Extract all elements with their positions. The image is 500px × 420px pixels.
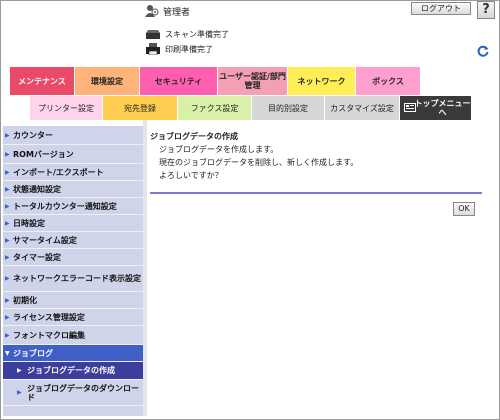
tab-network[interactable]: ネットワーク — [288, 67, 356, 95]
top-menu-label: トップメニューへ — [414, 99, 471, 117]
top-menu-icon — [404, 103, 416, 112]
sidebar-item-import-export[interactable]: ▶ インポート/エクスポート — [3, 164, 143, 181]
sidebar-item-timer[interactable]: ▶ タイマー設定 — [3, 249, 143, 266]
print-status-text: 印刷準備完了 — [165, 44, 213, 54]
message-line-3: よろしいですか？ — [159, 171, 223, 180]
arrow-right-icon: ▶ — [17, 389, 22, 396]
subtab-address-registration[interactable]: 宛先登録 — [103, 96, 178, 120]
content-divider — [150, 192, 482, 194]
sidebar-item-label: フォントマクロ編集 — [13, 330, 85, 340]
sidebar-item-label: カウンター — [13, 130, 53, 140]
tab-user-auth-account[interactable]: ユーザー認証/部門管理 — [218, 67, 288, 95]
sidebar-item-rom-version[interactable]: ▶ ROMバージョン — [3, 145, 143, 164]
sidebar-item-label: ジョブログデータのダウンロード — [27, 383, 139, 402]
sidebar-item-label: 日時設定 — [13, 218, 45, 228]
page-title: ジョブログデータの作成 — [150, 132, 238, 141]
sidebar: ▶ カウンター ▶ ROMバージョン ▶ インポート/エクスポート ▶ 状態通知設定 ▶… — [3, 126, 143, 416]
arrow-right-icon: ▶ — [5, 236, 10, 244]
sidebar-item-license-management[interactable]: ▶ ライセンス管理設定 — [3, 309, 143, 326]
scan-status-text: スキャン準備完了 — [165, 29, 229, 39]
sidebar-item-font-macro-edit[interactable]: ▶ フォントマクロ編集 — [3, 326, 143, 345]
main-tab-bar: メンテナンス 環境設定 セキュリティ ユーザー認証/部門管理 ネットワーク ボッ… — [10, 67, 421, 95]
subtab-fax-settings[interactable]: ファクス設定 — [178, 96, 252, 120]
tab-security[interactable]: セキュリティ — [140, 67, 218, 95]
admin-user-icon — [145, 5, 159, 17]
sidebar-item-counter[interactable]: ▶ カウンター — [3, 126, 143, 145]
sidebar-item-summer-time[interactable]: ▶ サマータイム設定 — [3, 232, 143, 249]
sidebar-item-label: サマータイム設定 — [13, 235, 77, 245]
arrow-right-icon: ▶ — [5, 219, 10, 227]
sidebar-item-total-counter-notification[interactable]: ▶ トータルカウンター通知設定 — [3, 198, 143, 215]
sidebar-item-job-log-create[interactable]: ▶ ジョブログデータの作成 — [3, 362, 143, 380]
subtab-printer-settings[interactable]: プリンター設定 — [30, 96, 103, 120]
arrow-right-icon: ▶ — [17, 367, 22, 374]
sidebar-item-date-time[interactable]: ▶ 日時設定 — [3, 215, 143, 232]
sidebar-item-label: 初期化 — [13, 295, 37, 305]
sidebar-item-label: 状態通知設定 — [13, 184, 61, 194]
arrow-right-icon: ▶ — [5, 313, 10, 321]
tab-box[interactable]: ボックス — [356, 67, 421, 95]
printer-icon — [146, 43, 160, 55]
arrow-right-icon: ▶ — [5, 150, 10, 158]
sidebar-item-initialize[interactable]: ▶ 初期化 — [3, 292, 143, 309]
tab-maintenance[interactable]: メンテナンス — [10, 67, 75, 95]
sidebar-item-label: ネットワークエラーコード表示設定 — [13, 274, 141, 283]
help-button[interactable]: ? — [477, 1, 495, 19]
sidebar-item-network-error-code[interactable]: ▶ ネットワークエラーコード表示設定 — [3, 266, 143, 292]
sidebar-item-label: インポート/エクスポート — [13, 167, 104, 177]
scanner-icon — [146, 29, 160, 39]
sidebar-item-label: トータルカウンター通知設定 — [13, 201, 117, 211]
arrow-right-icon: ▶ — [5, 331, 10, 339]
scan-status: スキャン準備完了 — [145, 28, 229, 40]
arrow-down-icon: ▼ — [5, 349, 10, 357]
logout-button[interactable]: ログアウト — [411, 2, 471, 15]
sidebar-scrollbar[interactable] — [143, 120, 147, 416]
sidebar-item-label: ROMバージョン — [13, 149, 74, 159]
refresh-icon[interactable] — [476, 44, 490, 58]
subtab-top-menu[interactable]: トップメニューへ — [400, 96, 472, 120]
user-label: 管理者 — [163, 8, 191, 18]
sidebar-item-job-log-download[interactable]: ▶ ジョブログデータのダウンロード — [3, 380, 143, 406]
sidebar-item-status-notification[interactable]: ▶ 状態通知設定 — [3, 181, 143, 198]
arrow-right-icon: ▶ — [5, 296, 10, 304]
sidebar-item-job-log[interactable]: ▼ ジョブログ — [3, 345, 143, 362]
arrow-right-icon: ▶ — [5, 168, 10, 176]
arrow-right-icon: ▶ — [5, 185, 10, 193]
sub-tab-bar: プリンター設定 宛先登録 ファクス設定 目的別設定 カスタマイズ設定 トップメニ… — [30, 96, 472, 120]
sidebar-item-label: ジョブログデータの作成 — [27, 366, 115, 375]
ok-button[interactable]: OK — [453, 202, 475, 216]
sidebar-item-label: ジョブログ — [13, 348, 53, 358]
message-line-2: 現在のジョブログデータを削除し、新しく作成します。 — [159, 158, 359, 167]
message-line-1: ジョブログデータを作成します。 — [159, 145, 279, 154]
sidebar-item-label: ライセンス管理設定 — [13, 312, 85, 322]
arrow-right-icon: ▶ — [5, 253, 10, 261]
arrow-right-icon: ▶ — [5, 131, 10, 139]
arrow-right-icon: ▶ — [5, 275, 10, 282]
subtab-purpose-settings[interactable]: 目的別設定 — [252, 96, 325, 120]
tab-environment-settings[interactable]: 環境設定 — [75, 67, 140, 95]
sidebar-item-label: タイマー設定 — [13, 252, 61, 262]
print-status: 印刷準備完了 — [145, 43, 213, 55]
subtab-customize-settings[interactable]: カスタマイズ設定 — [325, 96, 400, 120]
arrow-right-icon: ▶ — [5, 202, 10, 210]
